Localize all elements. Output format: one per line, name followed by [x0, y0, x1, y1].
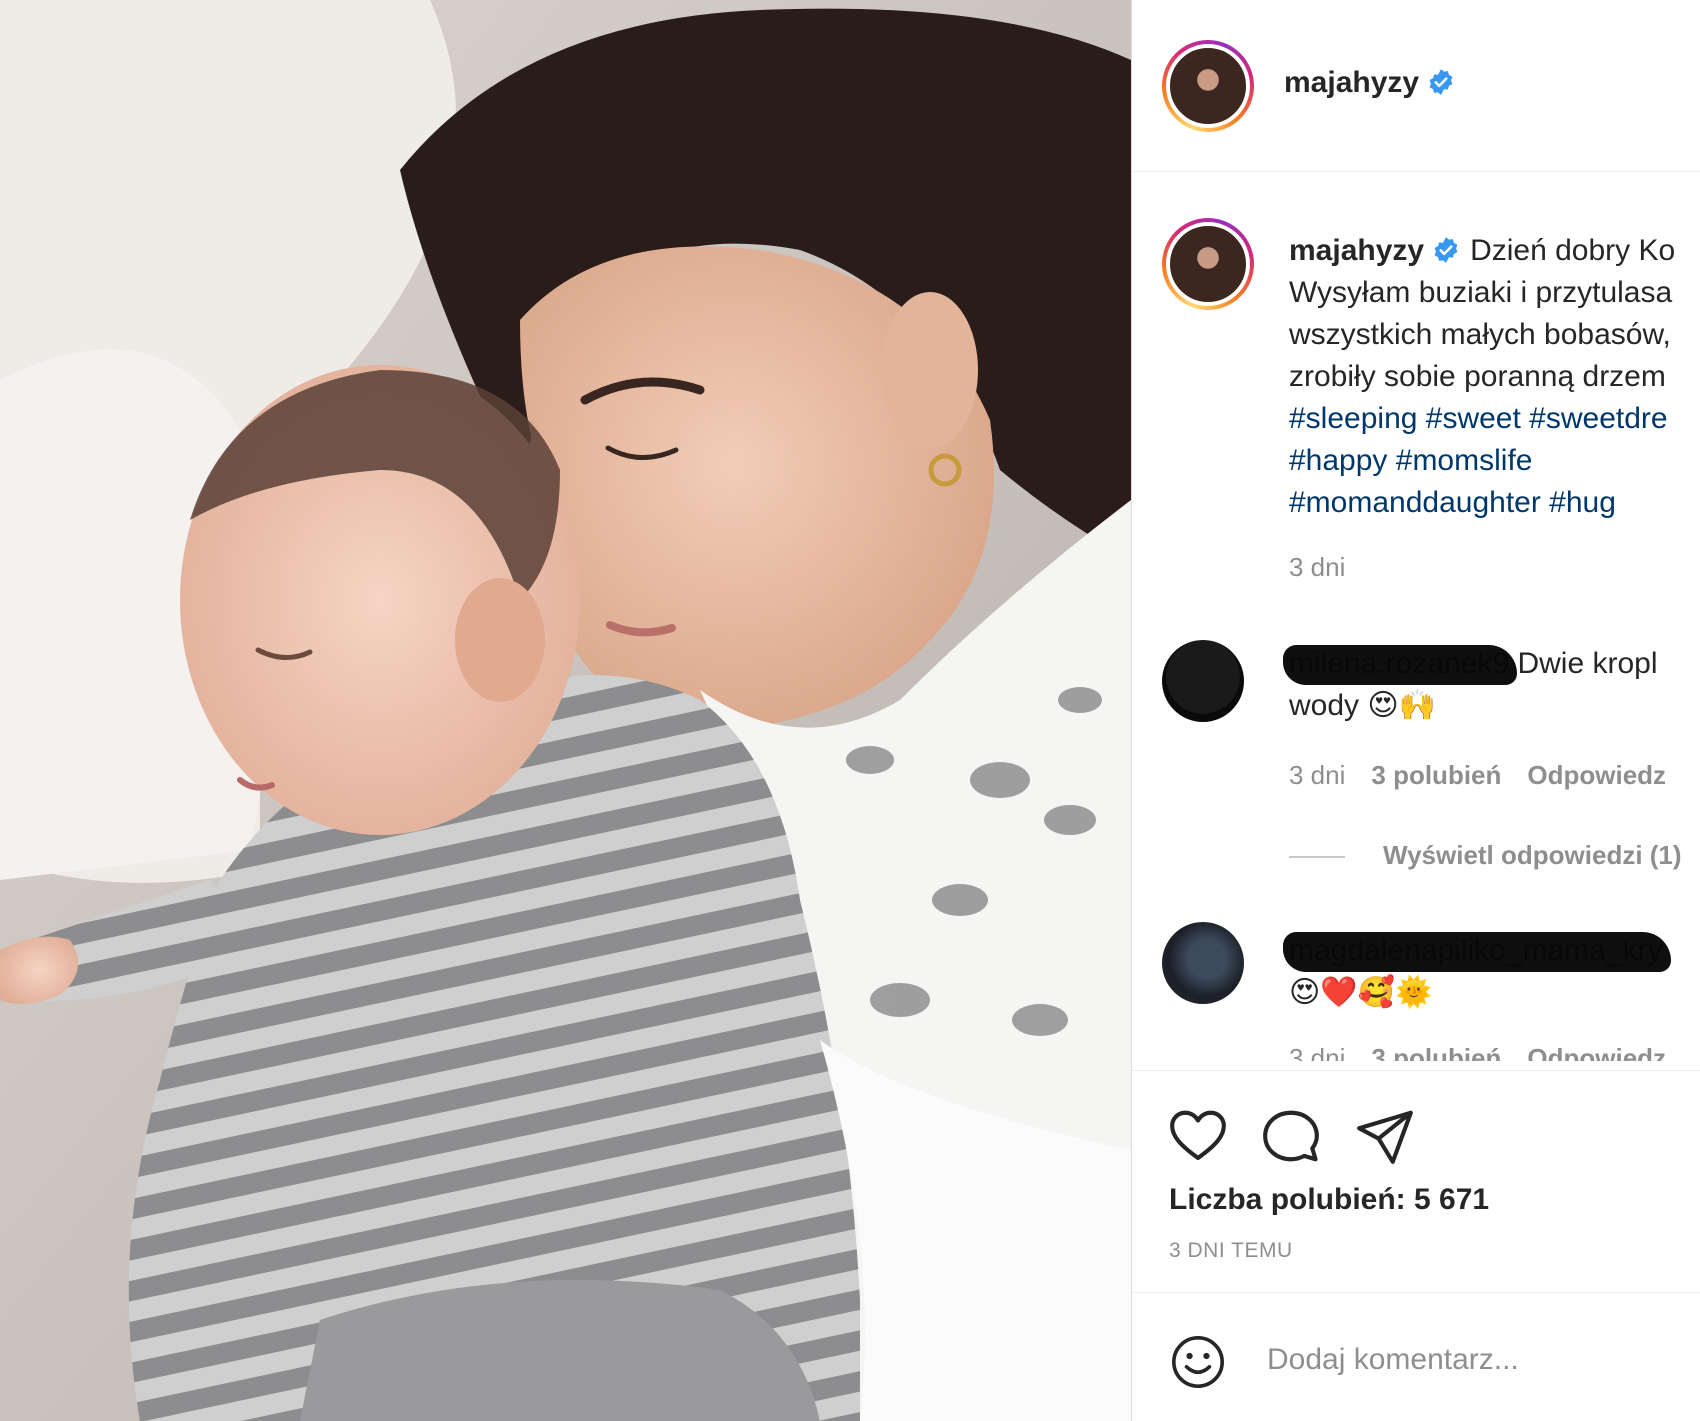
caption-line-2: Wysyłam buziaki i przytulasa [1289, 276, 1673, 309]
add-comment-input[interactable] [1267, 1335, 1687, 1385]
hashtag-line-2[interactable]: #happy #momslife [1289, 440, 1700, 482]
caption-line-4: zrobiły sobie poranną drzem [1289, 360, 1666, 393]
heart-icon[interactable] [1167, 1105, 1229, 1167]
comment-likes[interactable]: 3 polubień [1371, 1043, 1501, 1061]
comment-text-line-2: wody 😍🙌 [1289, 689, 1436, 722]
author-username-text[interactable]: majahyzy [1284, 66, 1419, 99]
caption-text: majahyzy Dzień dobry Ko Wysyłam buziaki i… [1289, 230, 1700, 524]
commenter-username[interactable]: milena.rozanek9 [1282, 643, 1518, 685]
hashtag-line-3[interactable]: #momanddaughter #hug [1289, 482, 1700, 524]
post-photo[interactable] [0, 0, 1131, 1421]
replies-divider [1289, 856, 1345, 859]
commenter-avatar[interactable] [1162, 922, 1244, 1004]
comment-likes[interactable]: 3 polubień [1371, 760, 1501, 790]
view-replies-label[interactable]: Wyświetl odpowiedzi (1) [1383, 840, 1682, 870]
comment-time[interactable]: 3 dni [1289, 1043, 1345, 1061]
photo-illustration [0, 0, 1131, 1421]
caption-line-3: wszystkich małych bobasów, [1289, 318, 1671, 351]
comment-icon[interactable] [1260, 1105, 1322, 1167]
view-replies-button[interactable]: Wyświetl odpowiedzi (1) [1289, 840, 1682, 871]
paper-plane-icon[interactable] [1354, 1105, 1416, 1167]
comment-text: magdalenapiliko_mama_kry [1283, 930, 1671, 972]
comment-reply-button[interactable]: Odpowiedz [1527, 1043, 1666, 1061]
comment-reply-button[interactable]: Odpowiedz [1527, 760, 1666, 790]
comment-meta: 3 dni 3 polubień Odpowiedz [1289, 1043, 1666, 1061]
author-avatar[interactable] [1162, 40, 1254, 132]
smiley-icon[interactable] [1169, 1333, 1227, 1391]
commenter-username[interactable]: magdalenapiliko_mama_kry [1283, 930, 1671, 972]
caption-line-1: Dzień dobry Ko [1470, 234, 1676, 267]
post-side-panel: majahyzy majahyzy Dzień dobry Ko Wysyłam … [1131, 0, 1700, 1421]
post-actions: Liczba polubień: 5 671 3 DNI TEMU [1132, 1070, 1700, 1292]
verified-badge-icon [1429, 69, 1453, 95]
commenter-avatar[interactable] [1162, 640, 1244, 722]
comment-text-line-1: Dwie kropl [1517, 647, 1658, 680]
like-count[interactable]: Liczba polubień: 5 671 [1169, 1183, 1489, 1217]
verified-badge-icon [1434, 237, 1458, 263]
post-header: majahyzy [1132, 0, 1700, 172]
caption-author-avatar[interactable] [1162, 218, 1254, 310]
caption-author-username[interactable]: majahyzy [1289, 234, 1424, 267]
comment-meta: 3 dni 3 polubień Odpowiedz [1289, 760, 1666, 791]
comment-time[interactable]: 3 dni [1289, 760, 1345, 790]
comment-text: milena.rozanek9 Dwie kropl [1282, 643, 1658, 685]
posted-date[interactable]: 3 DNI TEMU [1169, 1239, 1293, 1263]
caption-time[interactable]: 3 dni [1289, 552, 1345, 583]
author-username[interactable]: majahyzy [1284, 66, 1455, 100]
comment-text-line-2: 😍❤️🥰🌞 [1289, 976, 1433, 1009]
hashtag-line-1[interactable]: #sleeping #sweet #sweetdre [1289, 398, 1700, 440]
add-comment-bar [1132, 1292, 1700, 1421]
